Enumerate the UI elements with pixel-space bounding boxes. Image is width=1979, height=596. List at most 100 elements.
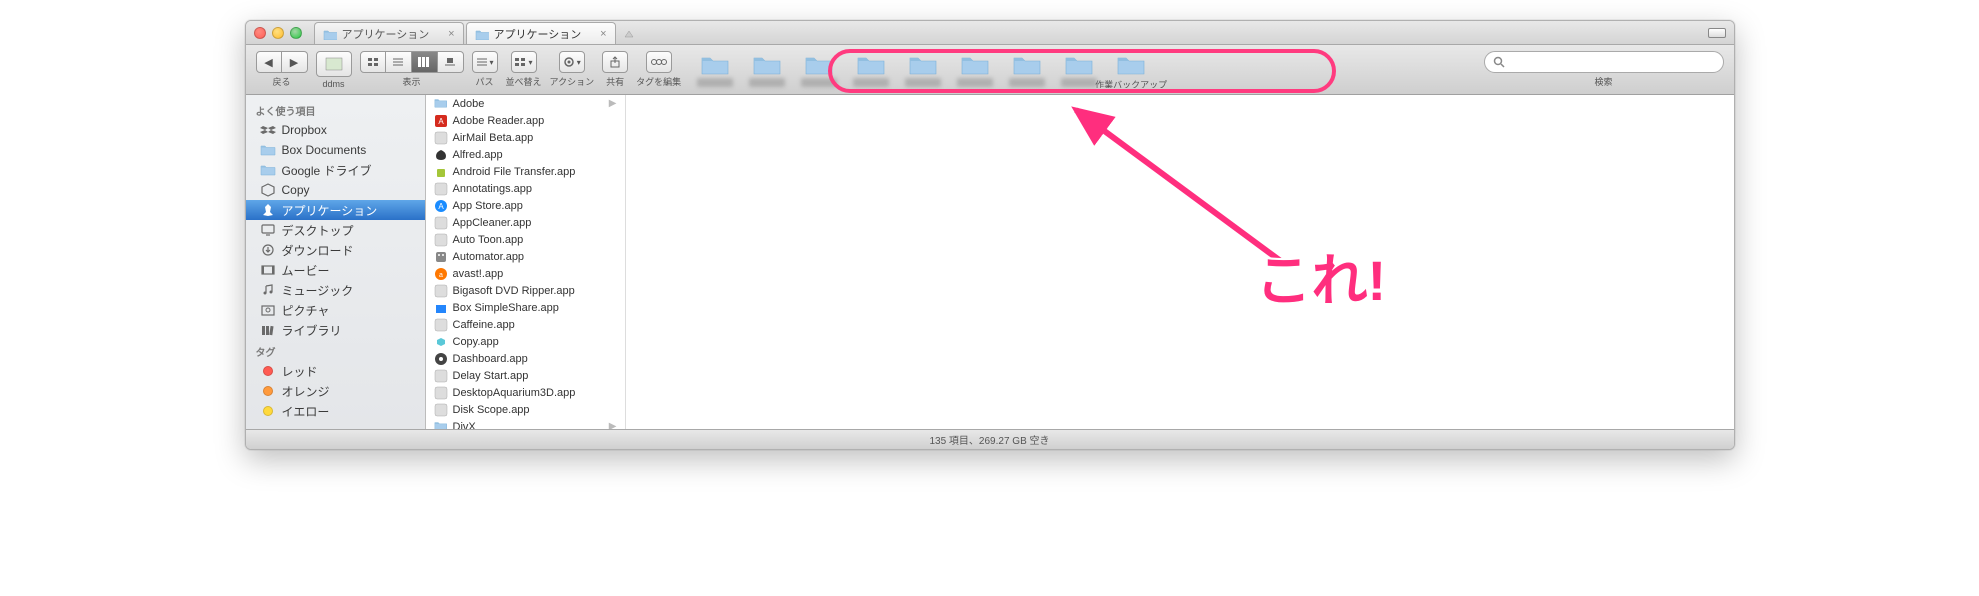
file-row[interactable]: AAdobe Reader.app bbox=[426, 112, 625, 129]
file-row[interactable]: Caffeine.app bbox=[426, 316, 625, 333]
file-row[interactable]: Android File Transfer.app bbox=[426, 163, 625, 180]
sidebar-item-movies[interactable]: ムービー bbox=[246, 260, 425, 280]
toolbar-folder-shortcut-3[interactable] bbox=[851, 52, 891, 87]
svg-text:a: a bbox=[439, 272, 443, 279]
back-forward-group: ◀ ▶ 戻る bbox=[256, 51, 308, 88]
file-row[interactable]: DesktopAquarium3D.app bbox=[426, 384, 625, 401]
sidebar-item-label: Box Documents bbox=[282, 143, 367, 157]
pictures-icon bbox=[260, 303, 276, 317]
tab-0[interactable]: アプリケーション × bbox=[314, 22, 464, 44]
file-row[interactable]: Annotatings.app bbox=[426, 180, 625, 197]
file-row[interactable]: Dashboard.app bbox=[426, 350, 625, 367]
file-name: Adobe Reader.app bbox=[453, 115, 545, 127]
minimize-button[interactable] bbox=[272, 27, 284, 39]
sidebar-item-copy[interactable]: Copy bbox=[246, 180, 425, 200]
edit-tags-button[interactable] bbox=[646, 51, 672, 73]
close-button[interactable] bbox=[254, 27, 266, 39]
sidebar-item-label: ライブラリ bbox=[282, 322, 342, 339]
sidebar-item-label: Dropbox bbox=[282, 123, 327, 137]
folder-icon bbox=[752, 52, 782, 76]
file-row[interactable]: Alfred.app bbox=[426, 146, 625, 163]
window-body: よく使う項目 DropboxBox DocumentsGoogle ドライブCo… bbox=[246, 95, 1734, 429]
folder-shortcut-label bbox=[801, 78, 837, 87]
icon-view-button[interactable] bbox=[360, 51, 386, 73]
finder-window: アプリケーション×アプリケーション× ◀ ▶ 戻る ddms 表示 bbox=[245, 20, 1735, 450]
coverflow-view-button[interactable] bbox=[438, 51, 464, 73]
share-label: 共有 bbox=[606, 75, 624, 88]
file-row[interactable]: Box SimpleShare.app bbox=[426, 299, 625, 316]
sidebar-item-folder[interactable]: Google ドライブ bbox=[246, 160, 425, 180]
tags-header: タグ bbox=[246, 340, 425, 361]
tag-dot-icon bbox=[260, 404, 276, 418]
folder-shortcut-label bbox=[697, 78, 733, 87]
sidebar-item-desktop[interactable]: デスクトップ bbox=[246, 220, 425, 240]
desktop-icon bbox=[260, 223, 276, 237]
sidebar-item-apps[interactable]: アプリケーション bbox=[246, 200, 425, 220]
file-name: Dashboard.app bbox=[453, 353, 528, 365]
back-button[interactable]: ◀ bbox=[256, 51, 282, 73]
file-row[interactable]: Delay Start.app bbox=[426, 367, 625, 384]
file-row[interactable]: Disk Scope.app bbox=[426, 401, 625, 418]
new-tab-button[interactable] bbox=[618, 24, 640, 44]
file-row[interactable]: Adobe▶ bbox=[426, 95, 625, 112]
file-row[interactable]: DivX▶ bbox=[426, 418, 625, 429]
folder-icon bbox=[1116, 52, 1146, 76]
sidebar-item-library[interactable]: ライブラリ bbox=[246, 320, 425, 340]
tab-close-button[interactable]: × bbox=[600, 28, 606, 40]
folder-shortcut-label: 作業バックアップ bbox=[1095, 78, 1167, 88]
toolbar-folder-shortcut-7[interactable] bbox=[1059, 52, 1099, 87]
list-view-button[interactable] bbox=[386, 51, 412, 73]
file-row[interactable]: Automator.app bbox=[426, 248, 625, 265]
sidebar-item-folder[interactable]: Box Documents bbox=[246, 140, 425, 160]
forward-button[interactable]: ▶ bbox=[282, 51, 308, 73]
folder-shortcut-label bbox=[1009, 78, 1045, 87]
status-text: 135 項目、269.27 GB 空き bbox=[929, 432, 1049, 447]
file-row[interactable]: Copy.app bbox=[426, 333, 625, 350]
arrange-group: ▾ 並べ替え bbox=[506, 51, 542, 88]
tab-1[interactable]: アプリケーション× bbox=[466, 22, 616, 44]
toolbar-folder-shortcut-8[interactable]: 作業バックアップ bbox=[1111, 52, 1151, 88]
music-icon bbox=[260, 283, 276, 297]
file-row[interactable]: Auto Toon.app bbox=[426, 231, 625, 248]
toolbar-folder-shortcut-5[interactable] bbox=[955, 52, 995, 87]
file-row[interactable]: Bigasoft DVD Ripper.app bbox=[426, 282, 625, 299]
path-button[interactable]: ▾ bbox=[472, 51, 498, 73]
search-input[interactable] bbox=[1509, 56, 1715, 68]
toolbar-folder-shortcut-2[interactable] bbox=[799, 52, 839, 87]
search-field[interactable] bbox=[1484, 51, 1724, 73]
toolbar-folder-shortcut-0[interactable] bbox=[695, 52, 735, 87]
arrange-button[interactable]: ▾ bbox=[511, 51, 537, 73]
action-button[interactable]: ▾ bbox=[559, 51, 585, 73]
edit-tags-group: タグを編集 bbox=[636, 51, 681, 88]
tab-close-button[interactable]: × bbox=[448, 28, 454, 40]
file-list-column[interactable]: Adobe▶AAdobe Reader.appAirMail Beta.appA… bbox=[426, 95, 626, 429]
sidebar-tag-0[interactable]: レッド bbox=[246, 361, 425, 381]
file-row[interactable]: aavast!.app bbox=[426, 265, 625, 282]
sidebar-item-dropbox[interactable]: Dropbox bbox=[246, 120, 425, 140]
file-name: App Store.app bbox=[453, 200, 523, 212]
file-row[interactable]: AirMail Beta.app bbox=[426, 129, 625, 146]
tab-label: アプリケーション bbox=[342, 26, 430, 42]
sidebar-item-pictures[interactable]: ピクチャ bbox=[246, 300, 425, 320]
tab-overview-button[interactable] bbox=[1708, 28, 1726, 38]
sidebar-item-label: ミュージック bbox=[282, 282, 354, 299]
back-label: 戻る bbox=[272, 75, 290, 88]
column-view-button[interactable] bbox=[412, 51, 438, 73]
share-button[interactable] bbox=[602, 51, 628, 73]
sidebar-tag-1[interactable]: オレンジ bbox=[246, 381, 425, 401]
toolbar-folder-shortcut-1[interactable] bbox=[747, 52, 787, 87]
file-row[interactable]: AppCleaner.app bbox=[426, 214, 625, 231]
movies-icon bbox=[260, 263, 276, 277]
file-icon bbox=[434, 233, 448, 247]
zoom-button[interactable] bbox=[290, 27, 302, 39]
sidebar-tag-2[interactable]: イエロー bbox=[246, 401, 425, 421]
folder-icon bbox=[856, 52, 886, 76]
sidebar-item-music[interactable]: ミュージック bbox=[246, 280, 425, 300]
sidebar-tag-label: オレンジ bbox=[282, 383, 330, 400]
ddms-button[interactable] bbox=[316, 51, 352, 77]
sidebar-item-downloads[interactable]: ダウンロード bbox=[246, 240, 425, 260]
library-icon bbox=[260, 323, 276, 337]
toolbar-folder-shortcut-6[interactable] bbox=[1007, 52, 1047, 87]
toolbar-folder-shortcut-4[interactable] bbox=[903, 52, 943, 87]
file-row[interactable]: AApp Store.app bbox=[426, 197, 625, 214]
